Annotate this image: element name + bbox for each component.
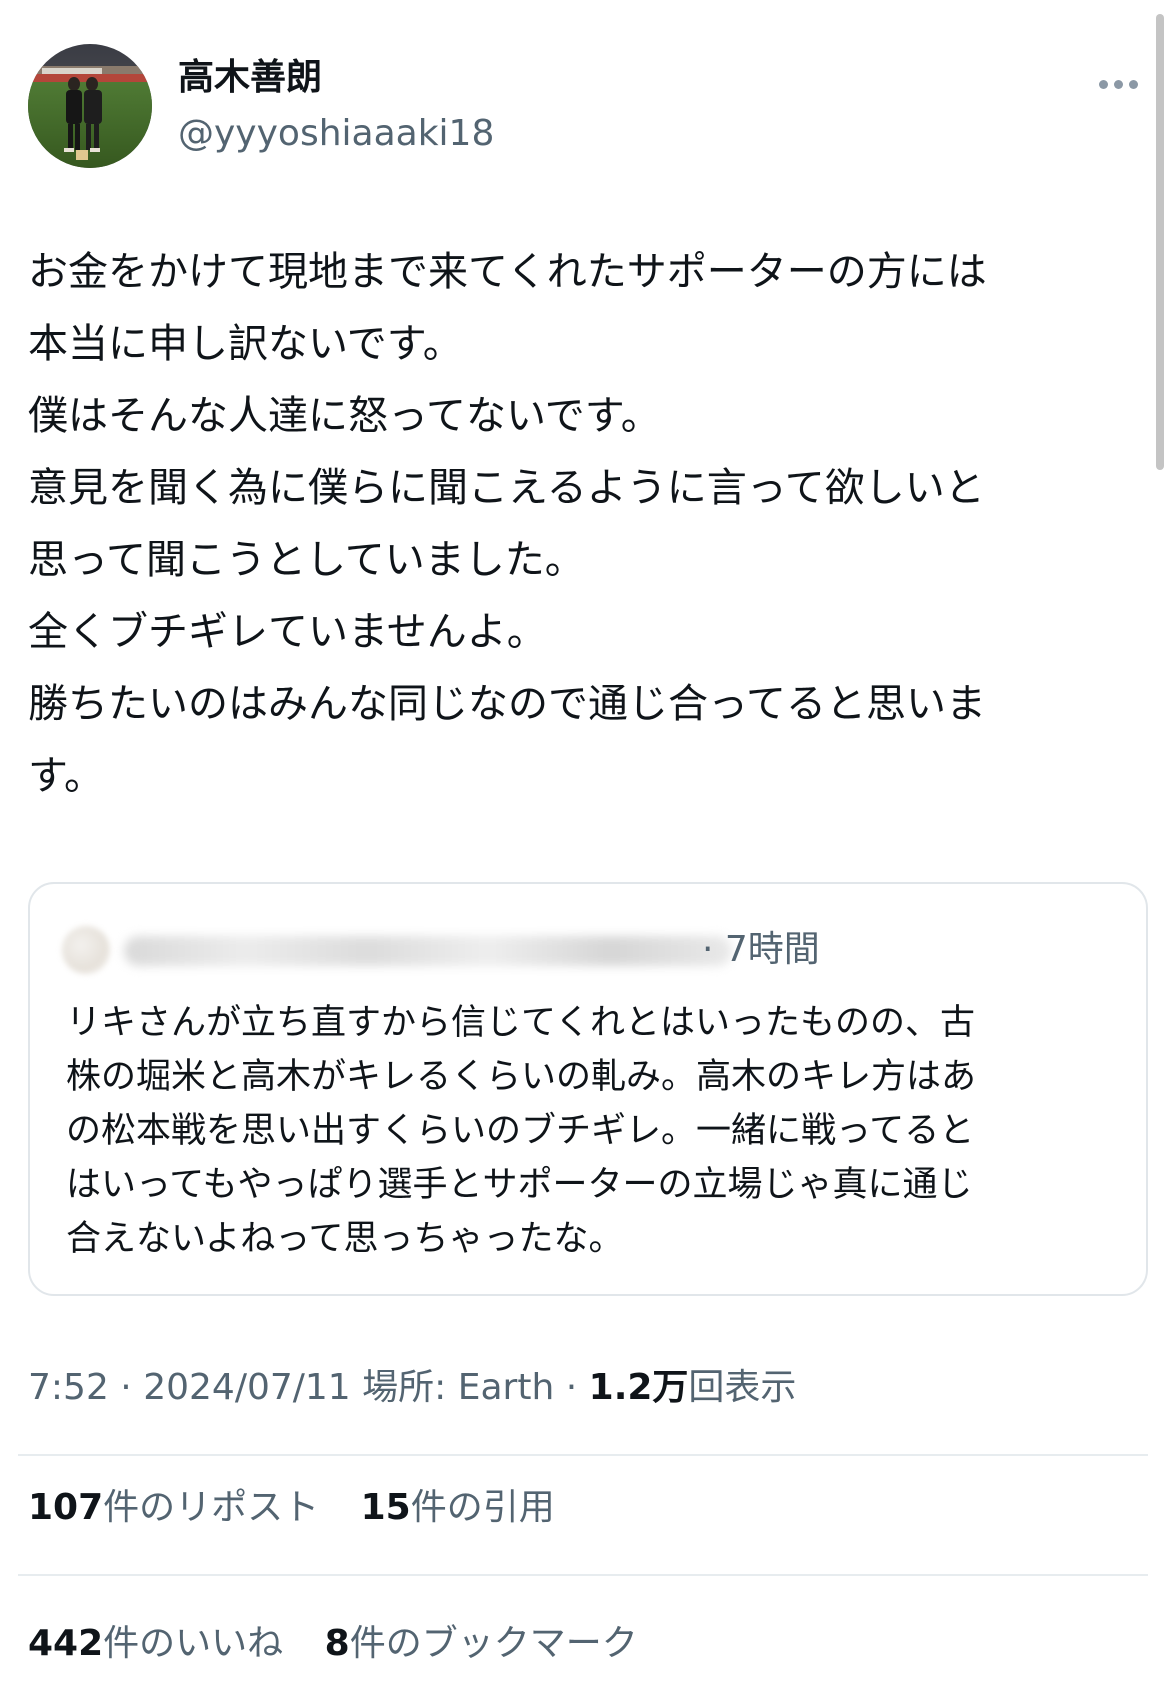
tweet-text: お金をかけて現地まで来てくれたサポーターの方には 本当に申し訳ないです。 僕はそ… bbox=[28, 236, 1118, 812]
quoted-tweet-time: · 7時間 bbox=[702, 929, 820, 970]
reposts-stat[interactable]: 107件のリポスト bbox=[28, 1484, 319, 1532]
avatar[interactable] bbox=[28, 44, 152, 168]
divider bbox=[18, 1454, 1148, 1456]
tweet-text-line: す。 bbox=[28, 753, 104, 799]
user-handle[interactable]: @yyyoshiaaaki18 bbox=[178, 112, 494, 156]
tweet-text-line: 僕はそんな人達に怒ってないです。 bbox=[28, 393, 661, 439]
quoted-text-line: 株の堀米と高木がキレるくらいの軋み。高木のキレ方はあ bbox=[66, 1057, 977, 1097]
scrollbar[interactable] bbox=[1156, 14, 1164, 470]
tweet-text-line: 勝ちたいのはみんな同じなので通じ合ってると思いま bbox=[28, 681, 986, 727]
meta-separator: · bbox=[120, 1367, 132, 1408]
likes-count: 442 bbox=[28, 1623, 104, 1664]
quoted-tweet-text: リキさんが立ち直すから信じてくれとはいったものの、古 株の堀米と高木がキレるくら… bbox=[66, 996, 1126, 1266]
tweet-time[interactable]: 7:52 bbox=[28, 1367, 109, 1408]
avatar-image bbox=[28, 44, 152, 168]
more-options-button[interactable] bbox=[1078, 66, 1138, 102]
tweet-text-line: お金をかけて現地まで来てくれたサポーターの方には bbox=[28, 249, 987, 295]
divider bbox=[18, 1574, 1148, 1576]
bookmarks-count: 8 bbox=[324, 1623, 350, 1664]
quotes-stat[interactable]: 15件の引用 bbox=[361, 1484, 555, 1532]
views-label: 回表示 bbox=[688, 1367, 797, 1408]
more-horizontal-icon bbox=[1093, 79, 1138, 89]
quotes-label: 件の引用 bbox=[410, 1487, 555, 1528]
bookmarks-stat[interactable]: 8件のブックマーク bbox=[325, 1620, 638, 1668]
tweet-meta: 7:52 · 2024/07/11 場所: Earth · 1.2万回表示 bbox=[28, 1364, 796, 1412]
tweet-detail-page: 高木善朗 @yyyoshiaaaki18 お金をかけて現地まで来てくれたサポータ… bbox=[0, 0, 1170, 1701]
likes-stat[interactable]: 442件のいいね bbox=[28, 1620, 283, 1668]
reposts-label: 件のリポスト bbox=[103, 1487, 320, 1528]
tweet-date[interactable]: 2024/07/11 bbox=[143, 1367, 351, 1408]
display-name[interactable]: 高木善朗 bbox=[178, 56, 494, 100]
tweet-location: 場所: Earth bbox=[362, 1367, 555, 1408]
tweet-text-line: 本当に申し訳ないです。 bbox=[28, 321, 463, 367]
tweet-header: 高木善朗 @yyyoshiaaaki18 bbox=[28, 44, 1138, 170]
quoted-text-line: の松本戦を思い出すくらいのブチギレ。一緒に戦ってると bbox=[66, 1111, 975, 1151]
tweet-text-line: 全くブチギレていませんよ。 bbox=[28, 609, 547, 655]
quoted-tweet-card[interactable]: · 7時間 リキさんが立ち直すから信じてくれとはいったものの、古 株の堀米と高木… bbox=[28, 882, 1148, 1296]
tweet-text-line: 意見を聞く為に僕らに聞こえるように言って欲しいと bbox=[28, 465, 985, 511]
meta-separator: · bbox=[565, 1367, 578, 1408]
quoted-author-blurred bbox=[124, 936, 732, 966]
views-count: 1.2万 bbox=[588, 1367, 689, 1408]
stats-row-reposts: 107件のリポスト 15件の引用 bbox=[28, 1484, 585, 1532]
stats-row-likes: 442件のいいね 8件のブックマーク bbox=[28, 1620, 668, 1668]
quotes-count: 15 bbox=[360, 1487, 411, 1528]
likes-label: 件のいいね bbox=[103, 1623, 284, 1664]
bookmarks-label: 件のブックマーク bbox=[349, 1623, 638, 1664]
tweet-text-line: 思って聞こうとしていました。 bbox=[28, 537, 585, 583]
reposts-count: 107 bbox=[28, 1487, 104, 1528]
quoted-text-line: リキさんが立ち直すから信じてくれとはいったものの、古 bbox=[66, 1003, 975, 1043]
quoted-text-line: はいってもやっぱり選手とサポーターの立場じゃ真に通じ bbox=[66, 1165, 973, 1205]
author-info: 高木善朗 @yyyoshiaaaki18 bbox=[178, 56, 494, 156]
quoted-avatar-blurred bbox=[62, 926, 110, 974]
quoted-text-line: 合えないよねって思っちゃったな。 bbox=[66, 1219, 624, 1259]
quoted-tweet-header: · 7時間 bbox=[62, 922, 1102, 978]
